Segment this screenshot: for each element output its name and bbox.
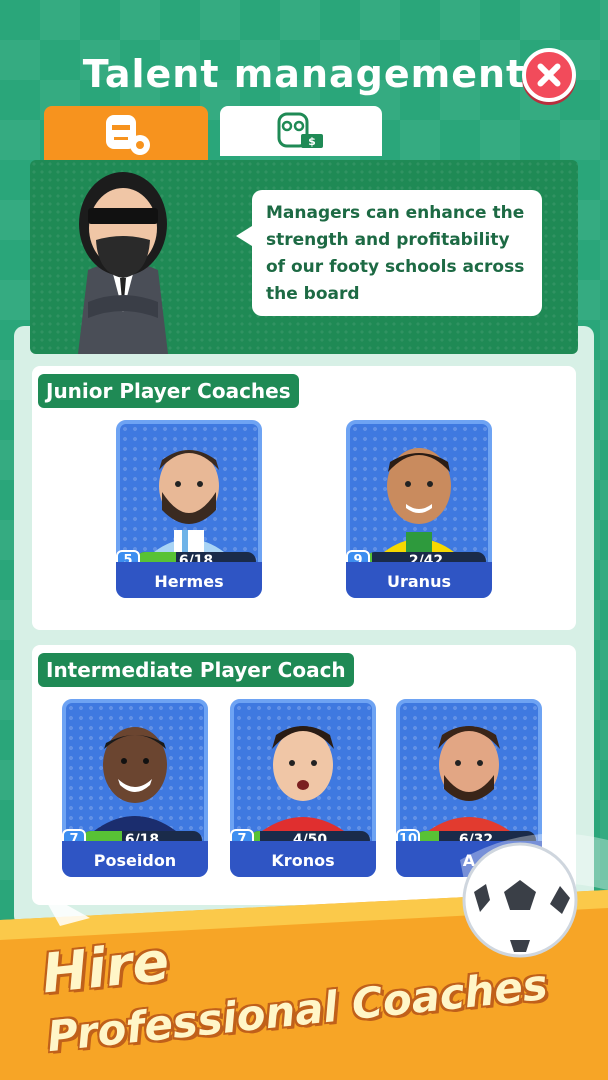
coach-name: Uranus: [346, 562, 492, 598]
coach-portrait-icon: [154, 450, 224, 552]
coach-card[interactable]: 2/42 9 Uranus: [346, 420, 492, 598]
coach-name: Hermes: [116, 562, 262, 598]
coach-portrait-icon: [262, 726, 344, 831]
coach-card[interactable]: 6/18 5 Hermes: [116, 420, 262, 598]
page-title: Talent management: [82, 52, 526, 96]
svg-text:$: $: [308, 135, 316, 148]
section-title: Junior Player Coaches: [38, 374, 299, 408]
junior-coaches-section: Junior Player Coaches 6/18 5 Hermes 2/42…: [32, 366, 576, 630]
manager-character-icon: [78, 172, 168, 354]
coach-portrait-icon: [384, 448, 454, 552]
section-title: Intermediate Player Coach: [38, 653, 354, 687]
manager-speech-bubble: Managers can enhance the strength and pr…: [236, 190, 542, 316]
coach-name: Kronos: [230, 841, 376, 877]
football-icon: [460, 833, 608, 958]
coach-card[interactable]: 6/18 7 Poseidon: [62, 699, 208, 877]
close-icon: [537, 63, 561, 87]
manager-icon: [106, 115, 150, 155]
promo-headline: Hire: [39, 929, 172, 1006]
close-button[interactable]: [522, 48, 576, 102]
tab-managers[interactable]: [44, 106, 208, 162]
coach-name: Poseidon: [62, 841, 208, 877]
coach-portrait-icon: [94, 727, 176, 831]
finance-manager-icon: $: [277, 112, 323, 148]
tab-finance-managers[interactable]: $: [220, 106, 382, 156]
coach-card[interactable]: 4/50 7 Kronos: [230, 699, 376, 877]
